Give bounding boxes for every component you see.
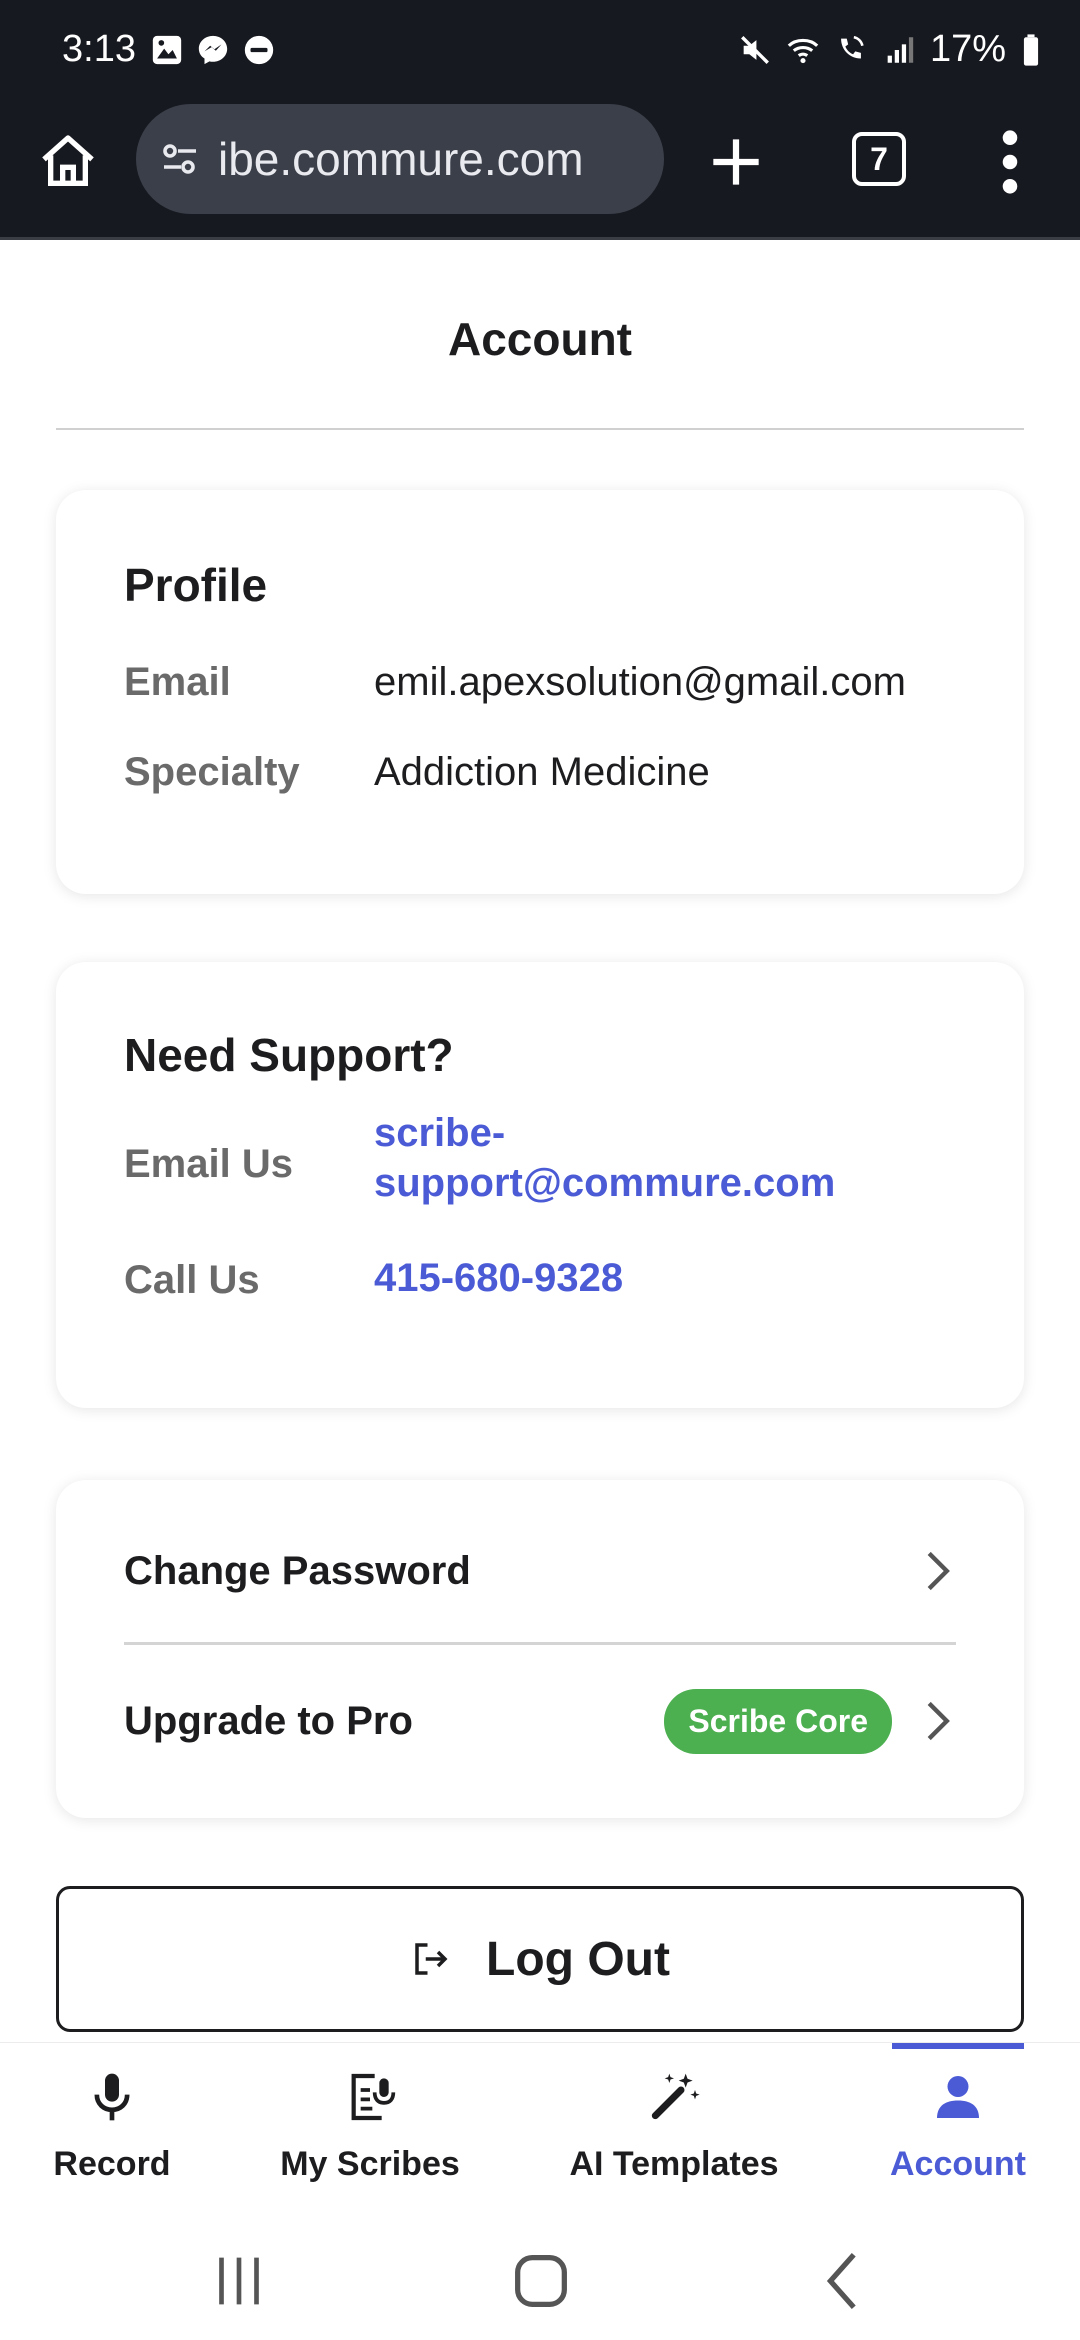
back-icon[interactable] — [810, 2246, 880, 2316]
status-bar: 3:13 17% — [0, 0, 1080, 100]
nav-my-scribes[interactable]: My Scribes — [270, 2043, 470, 2221]
logout-label: Log Out — [486, 1932, 670, 1986]
url-text[interactable]: ibe.commure.com — [218, 132, 650, 186]
wifi-calling-icon — [841, 35, 864, 58]
support-email-link[interactable]: scribe- support@commure.com — [374, 1108, 835, 1208]
mute-icon — [740, 35, 769, 64]
messenger-icon — [198, 35, 228, 65]
upgrade-label: Upgrade to Pro — [124, 1698, 413, 1743]
nav-account[interactable]: Account — [878, 2043, 1038, 2221]
gallery-icon — [152, 35, 182, 65]
document-mic-icon — [351, 2073, 396, 2121]
battery-percent: 17% — [929, 28, 1006, 70]
support-email-line2[interactable]: support@commure.com — [374, 1158, 835, 1208]
system-navigation-bar — [0, 2220, 1080, 2340]
change-password-label: Change Password — [124, 1548, 471, 1593]
magic-wand-icon — [651, 2073, 700, 2120]
email-value: emil.apexsolution@gmail.com — [374, 660, 906, 704]
upgrade-to-pro-row[interactable]: Upgrade to Pro Scribe Core — [124, 1666, 956, 1776]
do-not-disturb-icon — [244, 35, 274, 65]
logout-button[interactable]: Log Out — [56, 1886, 1024, 2032]
signal-icon — [887, 36, 914, 63]
recent-apps-icon[interactable] — [204, 2246, 274, 2316]
chevron-right-icon — [927, 1551, 950, 1591]
nav-label: AI Templates — [569, 2145, 779, 2183]
nav-label: Record — [53, 2145, 171, 2183]
support-card: Need Support? Email Us scribe- support@c… — [56, 962, 1024, 1408]
support-phone-link[interactable]: 415-680-9328 — [374, 1253, 623, 1303]
tab-count: 7 — [870, 140, 888, 177]
person-icon — [937, 2076, 979, 2118]
nav-ai-templates[interactable]: AI Templates — [566, 2043, 782, 2221]
browser-toolbar: ibe.commure.com 7 — [0, 100, 1080, 240]
page-title: Account — [448, 313, 632, 365]
home-icon[interactable] — [36, 130, 100, 194]
new-tab-icon[interactable] — [702, 128, 770, 196]
email-label: Email — [124, 660, 231, 704]
divider — [124, 1642, 956, 1645]
profile-heading: Profile — [124, 559, 268, 611]
specialty-value: Addiction Medicine — [374, 750, 710, 794]
change-password-row[interactable]: Change Password — [124, 1516, 956, 1626]
wifi-icon — [787, 38, 819, 63]
bottom-navigation: Record My Scribes AI Templates Account — [0, 2042, 1080, 2220]
address-bar[interactable]: ibe.commure.com — [136, 104, 664, 214]
call-us-label: Call Us — [124, 1258, 260, 1302]
support-heading: Need Support? — [124, 1029, 454, 1081]
logout-icon — [415, 1943, 448, 1975]
account-actions-card: Change Password Upgrade to Pro Scribe Co… — [56, 1480, 1024, 1818]
divider — [56, 428, 1024, 430]
microphone-icon — [94, 2073, 130, 2121]
battery-icon — [1023, 33, 1039, 66]
plan-badge: Scribe Core — [664, 1688, 892, 1754]
status-time: 3:13 — [62, 28, 136, 70]
home-button-icon[interactable] — [506, 2246, 576, 2316]
nav-label: My Scribes — [280, 2145, 460, 2183]
more-menu-icon[interactable] — [990, 128, 1030, 196]
nav-record[interactable]: Record — [30, 2043, 194, 2221]
profile-card: Profile Email emil.apexsolution@gmail.co… — [56, 490, 1024, 894]
nav-label: Account — [890, 2145, 1026, 2183]
tab-switcher-button[interactable]: 7 — [852, 132, 906, 186]
support-email-line1[interactable]: scribe- — [374, 1108, 835, 1158]
specialty-label: Specialty — [124, 750, 300, 794]
site-settings-icon[interactable] — [156, 135, 204, 183]
email-us-label: Email Us — [124, 1142, 293, 1186]
chevron-right-icon — [927, 1701, 950, 1741]
